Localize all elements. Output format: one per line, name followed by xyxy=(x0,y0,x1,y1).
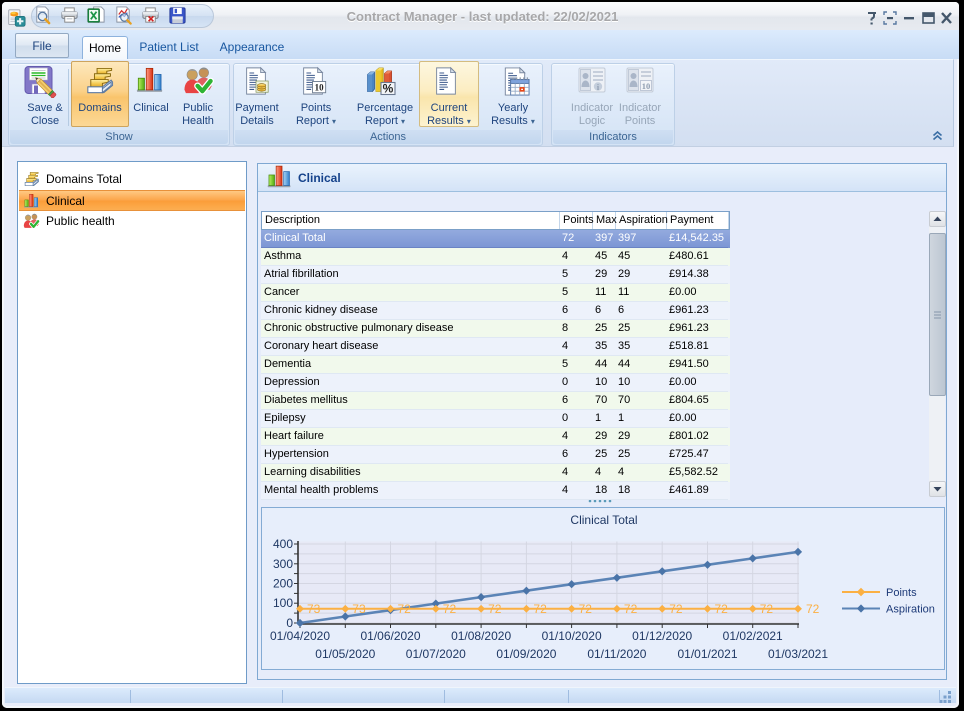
svg-text:72: 72 xyxy=(443,602,457,616)
svg-text:01/10/2020: 01/10/2020 xyxy=(542,629,602,643)
svg-text:73: 73 xyxy=(307,602,321,616)
svg-text:Clinical Total: Clinical Total xyxy=(570,513,637,527)
svg-text:01/08/2020: 01/08/2020 xyxy=(451,629,511,643)
svg-text:400: 400 xyxy=(273,537,293,551)
svg-text:01/05/2020: 01/05/2020 xyxy=(315,647,375,661)
svg-text:72: 72 xyxy=(398,602,412,616)
svg-text:100: 100 xyxy=(273,596,293,610)
svg-text:Points: Points xyxy=(886,587,917,599)
svg-text:72: 72 xyxy=(488,602,502,616)
svg-text:300: 300 xyxy=(273,557,293,571)
svg-text:01/03/2021: 01/03/2021 xyxy=(768,647,828,661)
svg-text:0: 0 xyxy=(286,616,293,630)
svg-text:72: 72 xyxy=(579,602,593,616)
svg-text:%: % xyxy=(383,82,394,96)
svg-text:72: 72 xyxy=(533,602,547,616)
svg-text:01/11/2020: 01/11/2020 xyxy=(587,647,646,661)
svg-text:200: 200 xyxy=(273,577,293,591)
svg-text:72: 72 xyxy=(669,602,683,616)
svg-text:01/06/2020: 01/06/2020 xyxy=(360,629,420,643)
svg-text:72: 72 xyxy=(760,602,774,616)
svg-text:01/01/2021: 01/01/2021 xyxy=(677,647,737,661)
svg-text:Aspiration: Aspiration xyxy=(886,604,935,616)
svg-text:72: 72 xyxy=(715,602,729,616)
svg-text:72: 72 xyxy=(624,602,638,616)
svg-text:01/12/2020: 01/12/2020 xyxy=(632,629,692,643)
svg-text:01/09/2020: 01/09/2020 xyxy=(496,647,556,661)
svg-text:10: 10 xyxy=(642,81,651,91)
svg-text:72: 72 xyxy=(806,602,820,616)
svg-text:73: 73 xyxy=(352,602,366,616)
svg-text:10: 10 xyxy=(315,82,324,92)
svg-text:01/02/2021: 01/02/2021 xyxy=(723,629,783,643)
svg-text:01/04/2020: 01/04/2020 xyxy=(270,629,330,643)
svg-text:01/07/2020: 01/07/2020 xyxy=(406,647,466,661)
